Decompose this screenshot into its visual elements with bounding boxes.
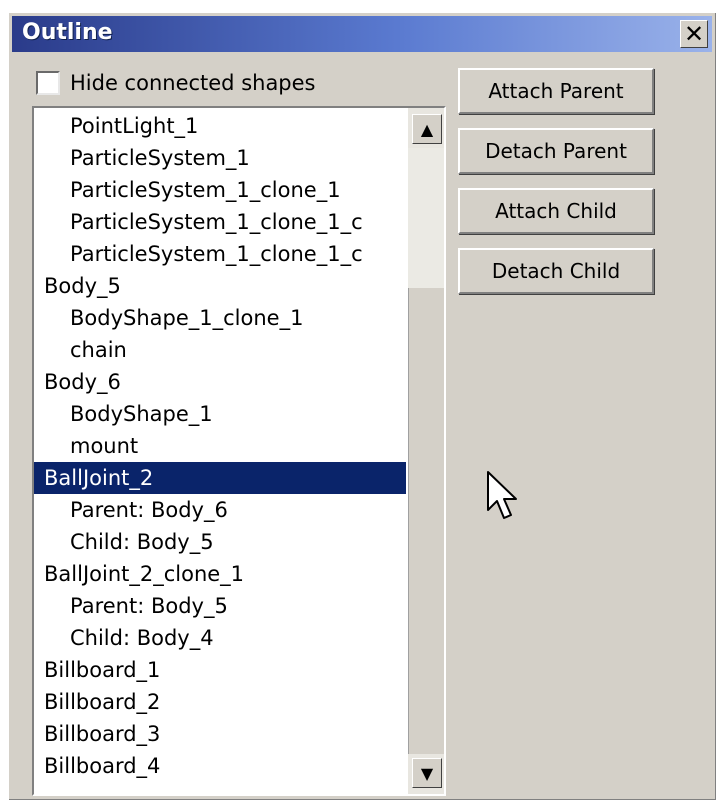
list-item[interactable]: ParticleSystem_1_clone_1_c	[34, 238, 406, 270]
vertical-scrollbar[interactable]: ▲ ▼	[408, 108, 444, 794]
list-item[interactable]: mount	[34, 430, 406, 462]
list-item[interactable]: ParticleSystem_1	[34, 142, 406, 174]
list-item[interactable]: BallJoint_2_clone_1	[34, 558, 406, 590]
list-item[interactable]: Parent: Body_6	[34, 494, 406, 526]
hide-connected-label[interactable]: Hide connected shapes	[70, 71, 316, 95]
outline-list-items: PointLight_1 ParticleSystem_1 ParticleSyst…	[34, 110, 406, 782]
detach-child-button[interactable]: Detach Child	[458, 248, 654, 294]
arrow-up-icon: ▲	[420, 119, 434, 139]
list-item[interactable]: PointLight_1	[34, 110, 406, 142]
list-item[interactable]: ParticleSystem_1_clone_1	[34, 174, 406, 206]
arrow-down-icon: ▼	[420, 763, 434, 783]
hide-connected-checkbox[interactable]	[36, 71, 60, 95]
list-item[interactable]: Body_5	[34, 270, 406, 302]
list-item[interactable]: Billboard_2	[34, 686, 406, 718]
list-item[interactable]: Body_6	[34, 366, 406, 398]
window-title: Outline	[22, 20, 113, 45]
close-button[interactable]: ✕	[680, 20, 708, 48]
list-item[interactable]: BallJoint_2	[34, 462, 406, 494]
attach-parent-button[interactable]: Attach Parent	[458, 68, 654, 114]
list-item[interactable]: Billboard_1	[34, 654, 406, 686]
list-item[interactable]: ParticleSystem_1_clone_1_c	[34, 206, 406, 238]
title-bar[interactable]: Outline ✕	[12, 16, 712, 52]
scrollbar-thumb[interactable]	[408, 148, 444, 288]
mouse-pointer-icon	[487, 471, 517, 519]
list-item[interactable]: BodyShape_1	[34, 398, 406, 430]
scroll-down-button[interactable]: ▼	[412, 758, 442, 788]
list-item[interactable]: Billboard_3	[34, 718, 406, 750]
list-item[interactable]: Parent: Body_5	[34, 590, 406, 622]
list-item[interactable]: Billboard_4	[34, 750, 406, 782]
close-icon: ✕	[683, 20, 705, 48]
list-item[interactable]: chain	[34, 334, 406, 366]
list-item[interactable]: Child: Body_4	[34, 622, 406, 654]
outline-window: Outline ✕ Hide connected shapes PointLig…	[8, 12, 716, 800]
outline-list[interactable]: PointLight_1 ParticleSystem_1 ParticleSyst…	[32, 106, 446, 796]
scroll-up-button[interactable]: ▲	[412, 114, 442, 144]
detach-parent-button[interactable]: Detach Parent	[458, 128, 654, 174]
attach-child-button[interactable]: Attach Child	[458, 188, 654, 234]
scrollbar-track[interactable]	[408, 288, 444, 754]
list-item[interactable]: Child: Body_5	[34, 526, 406, 558]
hide-connected-row[interactable]: Hide connected shapes	[36, 66, 316, 100]
list-item[interactable]: BodyShape_1_clone_1	[34, 302, 406, 334]
